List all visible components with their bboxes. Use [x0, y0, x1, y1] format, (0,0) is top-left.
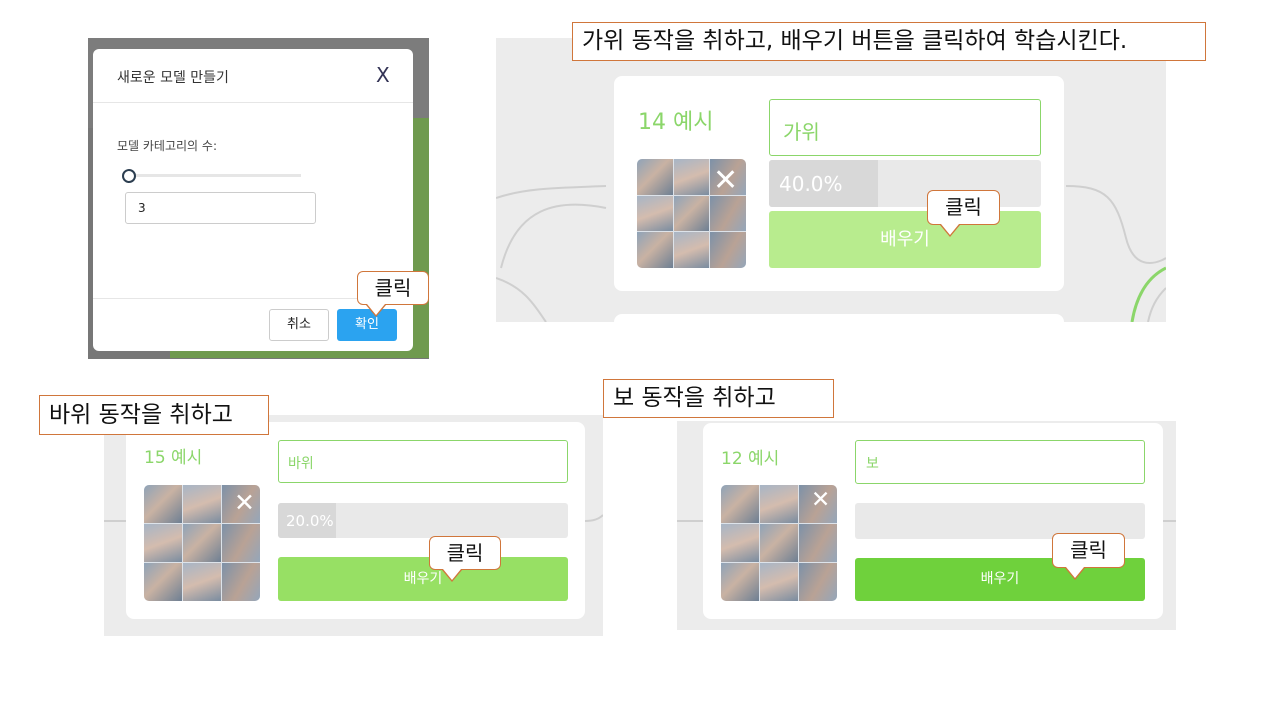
dialog-title: 새로운 모델 만들기: [117, 70, 229, 86]
class-name-input[interactable]: 바위: [278, 440, 568, 483]
click-callout-confirm: 클릭: [357, 271, 429, 317]
dialog-header: 새로운 모델 만들기 X: [93, 49, 413, 103]
click-callout-text: 클릭: [1070, 538, 1107, 562]
class-name-value: 보: [866, 456, 879, 472]
cancel-button[interactable]: 취소: [269, 309, 329, 341]
example-count: 15 예시: [144, 448, 203, 468]
class-card-scissors: 14 예시 ✕ 가위 40.0% 배우기: [614, 76, 1064, 291]
click-callout-text: 클릭: [446, 541, 484, 565]
example-count: 12 예시: [721, 449, 780, 469]
progress-text: 40.0%: [779, 171, 843, 196]
instruction-caption-scissors: 가위 동작을 취하고, 배우기 버튼을 클릭하여 학습시킨다.: [572, 22, 1206, 61]
rock-screenshot: 15 예시 ✕ 바위 20.0% 배우기: [104, 415, 603, 636]
train-button[interactable]: 배우기: [769, 211, 1041, 268]
class-card-paper: 12 예시 ✕ 보 배우기: [703, 423, 1163, 619]
category-count-input[interactable]: 3: [125, 192, 316, 224]
scissors-screenshot: 14 예시 ✕ 가위 40.0% 배우기: [496, 38, 1166, 322]
instruction-caption-paper: 보 동작을 취하고: [603, 379, 834, 418]
category-count-label: 모델 카테고리의 수:: [117, 139, 217, 153]
click-callout-scissors: 클릭: [927, 190, 1000, 237]
close-icon[interactable]: ✕: [713, 166, 738, 196]
class-name-value: 가위: [783, 120, 820, 144]
progress-text: 20.0%: [286, 511, 334, 530]
close-icon[interactable]: X: [376, 63, 390, 87]
paper-screenshot: 12 예시 ✕ 보 배우기: [677, 421, 1176, 630]
training-progress-bar: 20.0%: [278, 503, 568, 538]
new-model-dialog: 새로운 모델 만들기 X 모델 카테고리의 수: 3 취소 확인: [93, 49, 413, 351]
example-count: 14 예시: [638, 110, 714, 135]
training-progress-bar: 40.0%: [769, 160, 1041, 207]
class-name-value: 바위: [288, 456, 314, 472]
category-slider-track[interactable]: [129, 174, 301, 177]
category-slider-handle[interactable]: [122, 169, 136, 183]
click-callout-text: 클릭: [374, 276, 412, 300]
class-name-input[interactable]: 보: [855, 440, 1145, 484]
close-icon[interactable]: ✕: [234, 490, 255, 515]
instruction-caption-rock: 바위 동작을 취하고: [39, 395, 269, 435]
class-card-rock: 15 예시 ✕ 바위 20.0% 배우기: [126, 422, 585, 619]
click-callout-paper: 클릭: [1052, 533, 1125, 580]
train-button[interactable]: 배우기: [278, 557, 568, 601]
close-icon[interactable]: ✕: [811, 489, 830, 512]
next-card-edge: [614, 314, 1064, 322]
click-callout-rock: 클릭: [429, 536, 501, 582]
class-name-input[interactable]: 가위: [769, 99, 1041, 156]
click-callout-text: 클릭: [945, 195, 982, 219]
